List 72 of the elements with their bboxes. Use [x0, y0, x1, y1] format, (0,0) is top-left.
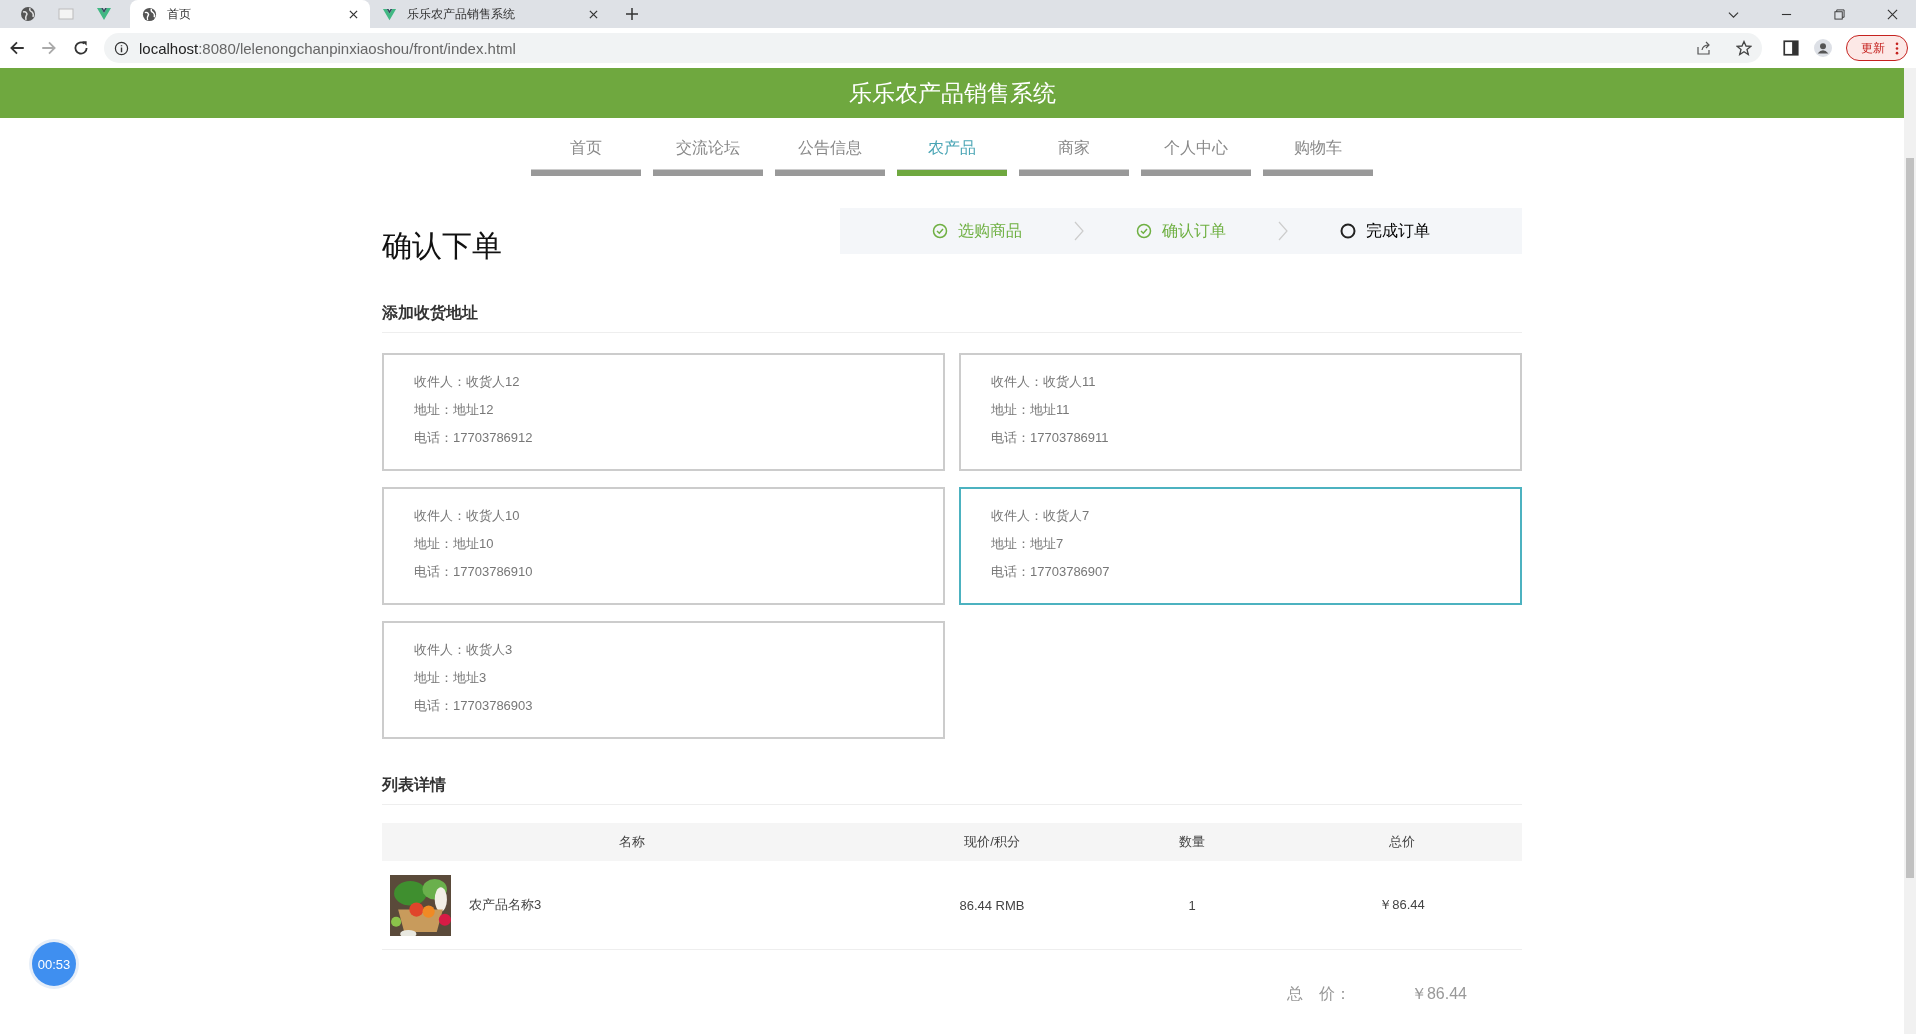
- column-header: 现价/积分: [964, 834, 1020, 849]
- restore-icon[interactable]: [1834, 8, 1845, 20]
- column-header: 总价: [1389, 834, 1415, 849]
- phone-text: 电话：17703786912: [414, 429, 534, 447]
- v-logo-icon[interactable]: [96, 6, 112, 22]
- product-name: 农产品名称3: [469, 896, 542, 914]
- total-text: ￥86.44: [1379, 897, 1425, 912]
- address-card[interactable]: 收件人：收货人10 地址：地址10 电话：17703786910: [382, 487, 945, 605]
- column-header: 数量: [1179, 834, 1205, 849]
- plus-icon[interactable]: [626, 8, 638, 20]
- address-text: 地址：地址11: [991, 401, 1071, 419]
- section-title: 添加收货地址: [382, 289, 1522, 333]
- section-title: 列表详情: [382, 761, 1522, 805]
- column-header: 名称: [619, 834, 645, 849]
- nav-tab[interactable]: 公告信息: [775, 138, 885, 176]
- address-text: 地址：地址12: [414, 401, 495, 419]
- address-text: 地址：地址10: [414, 535, 495, 553]
- side-panel-icon[interactable]: [1782, 39, 1800, 57]
- address-card[interactable]: 收件人：收货人3 地址：地址3 电话：17703786903: [382, 621, 945, 739]
- nav-tab[interactable]: 购物车: [1263, 138, 1373, 176]
- step-label: 确认订单: [1162, 220, 1226, 241]
- v-logo-icon: [382, 6, 397, 22]
- price-text: 86.44 RMB: [959, 897, 1025, 913]
- star-icon[interactable]: [1736, 40, 1752, 56]
- more-icon: [1895, 41, 1899, 55]
- address-card[interactable]: 收件人：收货人7 地址：地址7 电话：17703786907: [959, 487, 1522, 605]
- phone-text: 电话：17703786907: [991, 563, 1111, 581]
- browser-tab[interactable]: 乐乐农产品销售系统: [370, 0, 610, 28]
- recipient-text: 收件人：收货人11: [991, 373, 1097, 391]
- nav-tab[interactable]: 农产品: [897, 138, 1007, 176]
- update-button[interactable]: 更新: [1846, 35, 1908, 61]
- total-value: ￥86.44: [1410, 984, 1467, 1004]
- close-icon[interactable]: [589, 9, 598, 19]
- address-card[interactable]: 收件人：收货人11 地址：地址11 电话：17703786911: [959, 353, 1522, 471]
- globe-icon[interactable]: [20, 6, 36, 22]
- address-text: 地址：地址3: [414, 669, 488, 687]
- url-text: localhost:8080/lelenongchanpinxiaoshou/front/index.html: [139, 39, 516, 57]
- tab-title: 首页: [167, 5, 192, 23]
- share-icon[interactable]: [1696, 40, 1712, 56]
- recipient-text: 收件人：收货人3: [414, 641, 514, 659]
- scrollbar[interactable]: [1904, 68, 1916, 1034]
- back-arrow-icon[interactable]: [8, 39, 26, 57]
- reload-icon[interactable]: [72, 39, 90, 57]
- step-label: 选购商品: [958, 220, 1022, 241]
- nav-tab[interactable]: 交流论坛: [653, 138, 763, 176]
- total-label: 总 价：: [1286, 984, 1351, 1004]
- recipient-text: 收件人：收货人10: [414, 507, 521, 525]
- phone-text: 电话：17703786903: [414, 697, 534, 715]
- timer-badge: 00:53: [32, 942, 76, 986]
- globe-icon: [142, 6, 157, 22]
- phone-text: 电话：17703786911: [991, 429, 1110, 447]
- site-title: 乐乐农产品销售系统: [848, 78, 1056, 108]
- nav-tab[interactable]: 个人中心: [1141, 138, 1251, 176]
- address-field[interactable]: localhost:8080/lelenongchanpinxiaoshou/front/index.html: [104, 33, 1762, 63]
- step-label: 完成订单: [1366, 220, 1430, 241]
- chevron-right-icon: [1074, 221, 1084, 241]
- chevron-right-icon: [1278, 221, 1288, 241]
- recipient-text: 收件人：收货人12: [414, 373, 521, 391]
- address-text: 地址：地址7: [991, 535, 1065, 553]
- close-icon[interactable]: [1887, 8, 1898, 20]
- recipient-text: 收件人：收货人7: [991, 507, 1091, 525]
- tab-title: 乐乐农产品销售系统: [407, 5, 516, 23]
- quantity-text: 1: [1188, 897, 1196, 913]
- browser-tab[interactable]: 首页: [130, 0, 370, 28]
- nav-tab[interactable]: 商家: [1019, 138, 1129, 176]
- info-icon: [114, 40, 129, 56]
- address-card[interactable]: 收件人：收货人12 地址：地址12 电话：17703786912: [382, 353, 945, 471]
- phone-text: 电话：17703786910: [414, 563, 534, 581]
- nav-tab[interactable]: 首页: [531, 138, 641, 176]
- profile-icon[interactable]: [1814, 39, 1832, 57]
- page-title: 确认下单: [382, 228, 502, 264]
- close-icon[interactable]: [349, 9, 358, 19]
